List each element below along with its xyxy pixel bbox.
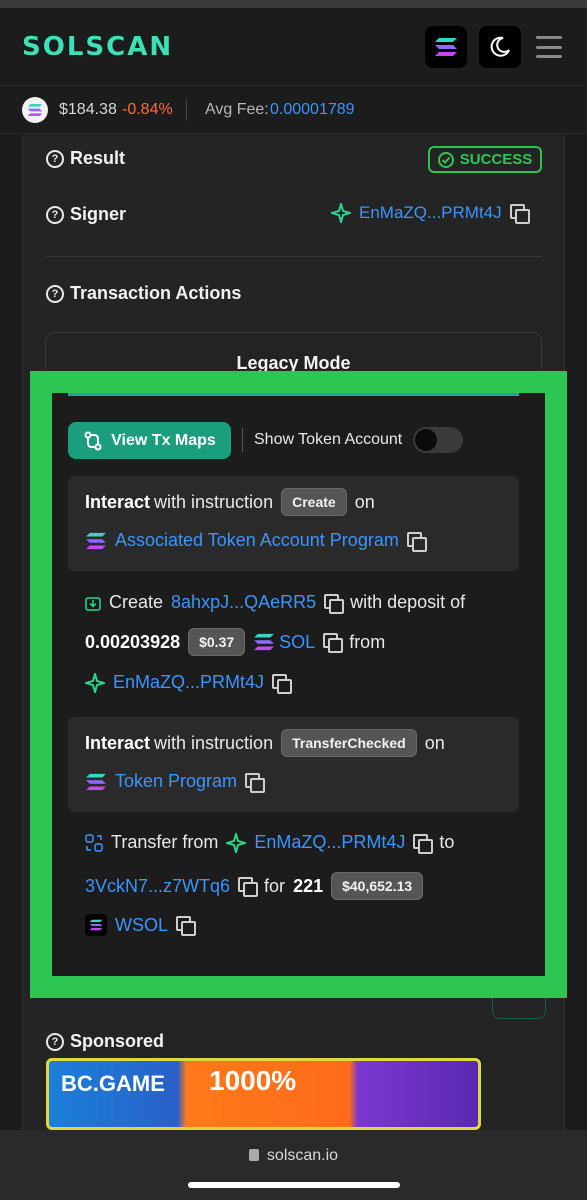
token-link[interactable]: SOL [279, 632, 315, 653]
solscan-logo[interactable]: SOLSCAN [22, 32, 173, 62]
copy-icon[interactable] [324, 593, 345, 614]
show-token-account-label: Show Token Account [254, 431, 403, 448]
token-link[interactable]: WSOL [115, 915, 168, 936]
copy-icon[interactable] [406, 531, 427, 552]
lock-icon [248, 1149, 259, 1161]
transfer-arrows-icon [85, 833, 103, 852]
help-icon[interactable]: ? [46, 149, 64, 168]
price-bar: $184.38 -0.84% Avg Fee: 0.00001789 [0, 87, 587, 134]
divider [242, 428, 243, 452]
transfer-to-link[interactable]: 3VckN7...z7WTq6 [85, 876, 230, 897]
home-indicator[interactable] [188, 1182, 400, 1188]
avg-fee-label: Avg Fee: [205, 101, 269, 118]
sponsored-label: ? Sponsored [46, 1031, 164, 1052]
sol-price-change: -0.84% [122, 101, 173, 118]
show-token-account-toggle[interactable] [413, 427, 463, 453]
ad-headline: 1000% [209, 1065, 297, 1096]
program-link-row: Token Program [85, 771, 266, 793]
view-tx-maps-button[interactable]: View Tx Maps [68, 422, 231, 459]
help-icon[interactable]: ? [46, 205, 64, 224]
program-link[interactable]: Token Program [115, 771, 237, 792]
created-account-link[interactable]: 8ahxpJ...QAeRR5 [171, 592, 316, 613]
sol-price: $184.38 [59, 101, 117, 118]
status-badge: SUCCESS [428, 146, 542, 173]
deposit-amount-line: 0.00203928 $0.37 SOL from [85, 628, 385, 656]
usd-value-badge: $0.37 [188, 628, 246, 656]
solana-logo-icon [254, 633, 275, 651]
copy-icon[interactable] [272, 673, 293, 694]
instruction-name-badge: TransferChecked [281, 729, 417, 757]
download-box-icon [85, 596, 101, 611]
copy-icon[interactable] [245, 772, 266, 793]
divider [186, 99, 187, 121]
hamburger-menu-icon[interactable] [536, 36, 562, 58]
program-link[interactable]: Associated Token Account Program [115, 530, 399, 551]
copy-icon[interactable] [413, 833, 434, 854]
avg-fee-value: 0.00001789 [270, 101, 355, 118]
solana-network-button[interactable] [425, 26, 467, 68]
browser-url-bar[interactable]: solscan.io [0, 1130, 587, 1200]
sparkle-icon [85, 672, 105, 693]
from-address-link[interactable]: EnMaZQ...PRMt4J [113, 672, 264, 693]
transfer-amount: 221 [293, 875, 324, 896]
help-icon[interactable]: ? [46, 284, 64, 303]
program-link-row: Associated Token Account Program [85, 530, 427, 552]
from-address-line: EnMaZQ...PRMt4J [85, 672, 293, 694]
usd-value-badge: $40,652.13 [331, 872, 424, 900]
status-strip [0, 0, 587, 8]
sol-coin-icon [22, 97, 48, 123]
transfer-detail-line: Transfer from EnMaZQ...PRMt4J to [85, 832, 454, 854]
signer-row-label: ? Signer [46, 204, 126, 225]
create-detail-line: Create 8ahxpJ...QAeRR5 with deposit of [85, 592, 465, 614]
instruction-line: Interact with instruction TransferChecke… [85, 729, 445, 757]
wsol-token-icon [85, 914, 107, 936]
route-map-icon [84, 431, 102, 450]
solana-logo-icon [86, 773, 106, 790]
result-row-label: ? Result [46, 148, 125, 169]
copy-icon[interactable] [238, 877, 259, 897]
toggle-knob [415, 429, 437, 451]
solana-logo-icon [435, 38, 457, 56]
help-icon[interactable]: ? [46, 1032, 64, 1051]
transaction-actions-label: ? Transaction Actions [46, 283, 241, 304]
check-circle-icon [437, 151, 454, 168]
url-display[interactable]: solscan.io [0, 1147, 587, 1165]
copy-icon[interactable] [509, 204, 530, 224]
tab-indicator [68, 393, 519, 396]
moon-icon [490, 36, 510, 57]
copy-icon[interactable] [323, 633, 344, 653]
signer-address[interactable]: EnMaZQ...PRMt4J [331, 203, 530, 224]
divider [46, 256, 542, 257]
transfer-amount-line: 3VckN7...z7WTq6 for 221 $40,652.13 [85, 872, 424, 900]
solana-logo-icon [86, 532, 106, 549]
theme-toggle-button[interactable] [479, 26, 521, 68]
token-line: WSOL [85, 914, 197, 936]
ad-brand: BC.GAME [61, 1071, 165, 1096]
deposit-amount: 0.00203928 [85, 631, 181, 652]
transfer-from-link[interactable]: EnMaZQ...PRMt4J [254, 832, 405, 853]
sparkle-icon [226, 832, 247, 853]
sparkle-icon [331, 203, 351, 223]
sponsored-ad-banner[interactable]: BC.GAME 1000% [46, 1058, 481, 1130]
copy-icon[interactable] [176, 916, 197, 936]
instruction-name-badge: Create [281, 488, 347, 516]
site-header: SOLSCAN [0, 8, 587, 86]
instruction-line: Interact with instruction Create on [85, 488, 375, 516]
